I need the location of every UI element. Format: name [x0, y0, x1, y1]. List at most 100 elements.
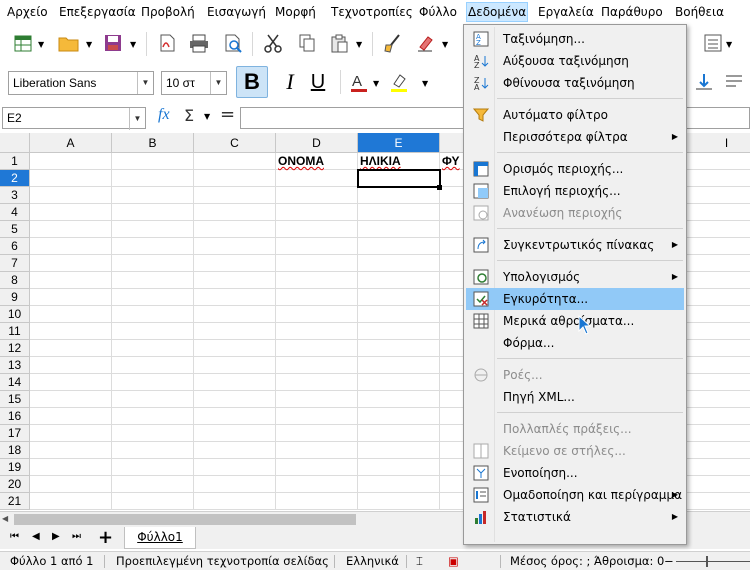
cell-b5[interactable] — [112, 221, 194, 238]
row-header[interactable]: 6 — [0, 238, 30, 255]
cell-d11[interactable] — [276, 323, 358, 340]
cell-e21[interactable] — [358, 493, 440, 510]
cell-b15[interactable] — [112, 391, 194, 408]
cell-a14[interactable] — [30, 374, 112, 391]
function-wizard-icon[interactable]: fx — [158, 106, 170, 124]
scroll-left-icon[interactable]: ◀ — [2, 514, 8, 523]
menu-9[interactable]: Παράθυρο — [600, 3, 664, 21]
cell-i19[interactable] — [686, 459, 750, 476]
highlight-dropdown-icon[interactable]: ▼ — [422, 79, 428, 88]
column-header[interactable]: C — [194, 133, 276, 153]
highlight-color-icon[interactable] — [388, 70, 412, 94]
add-sheet-icon[interactable]: + — [98, 527, 113, 548]
cell-e13[interactable] — [358, 357, 440, 374]
cell-b4[interactable] — [112, 204, 194, 221]
save-dropdown-icon[interactable]: ▼ — [130, 40, 136, 49]
cell-d1[interactable]: ΟΝΟΜΑ — [276, 153, 358, 170]
column-header[interactable]: E — [358, 133, 440, 153]
cell-e7[interactable] — [358, 255, 440, 272]
zoom-slider[interactable] — [676, 561, 750, 562]
row-header[interactable]: 12 — [0, 340, 30, 357]
cell-b11[interactable] — [112, 323, 194, 340]
first-sheet-icon[interactable]: ⏮ — [10, 531, 19, 542]
new-spreadsheet-icon[interactable] — [10, 30, 36, 56]
data-menu-item-25[interactable]: Στατιστικά ▶ — [466, 506, 684, 528]
cell-c11[interactable] — [194, 323, 276, 340]
cell-i13[interactable] — [686, 357, 750, 374]
cell-b12[interactable] — [112, 340, 194, 357]
formula-equals-icon[interactable]: = — [220, 104, 235, 125]
cell-i4[interactable] — [686, 204, 750, 221]
cell-a9[interactable] — [30, 289, 112, 306]
cell-e14[interactable] — [358, 374, 440, 391]
cell-d2[interactable] — [276, 170, 358, 187]
cell-d15[interactable] — [276, 391, 358, 408]
cell-i7[interactable] — [686, 255, 750, 272]
print-icon[interactable] — [186, 30, 212, 56]
data-menu-item-14[interactable]: Εγκυρότητα... — [466, 288, 684, 310]
font-color-icon[interactable]: A — [348, 70, 372, 94]
cell-b16[interactable] — [112, 408, 194, 425]
cell-d7[interactable] — [276, 255, 358, 272]
cell-d18[interactable] — [276, 442, 358, 459]
row-header[interactable]: 8 — [0, 272, 30, 289]
document-modified-icon[interactable]: ▣ — [448, 552, 459, 571]
data-menu-item-13[interactable]: Υπολογισμός ▶ — [466, 266, 684, 288]
cell-c15[interactable] — [194, 391, 276, 408]
language-status[interactable]: Ελληνικά — [346, 552, 399, 571]
cell-d13[interactable] — [276, 357, 358, 374]
menu-4[interactable]: Μορφή — [274, 3, 317, 21]
cell-d3[interactable] — [276, 187, 358, 204]
cell-e5[interactable] — [358, 221, 440, 238]
row-header[interactable]: 20 — [0, 476, 30, 493]
cell-b17[interactable] — [112, 425, 194, 442]
row-header[interactable]: 15 — [0, 391, 30, 408]
cell-i2[interactable] — [686, 170, 750, 187]
cut-icon[interactable] — [260, 30, 286, 56]
zoom-slider-thumb[interactable] — [706, 556, 708, 567]
data-menu-item-7[interactable]: Ορισμός περιοχής... — [466, 158, 684, 180]
cell-b19[interactable] — [112, 459, 194, 476]
zoom-out-icon[interactable]: − — [664, 552, 674, 571]
font-name-box[interactable]: Liberation Sans ▼ — [8, 71, 154, 95]
cell-e3[interactable] — [358, 187, 440, 204]
open-folder-icon[interactable] — [56, 30, 82, 56]
cell-b21[interactable] — [112, 493, 194, 510]
cell-i3[interactable] — [686, 187, 750, 204]
row-header[interactable]: 21 — [0, 493, 30, 510]
row-header[interactable]: 2 — [0, 170, 30, 187]
copy-icon[interactable] — [294, 30, 320, 56]
cell-i17[interactable] — [686, 425, 750, 442]
insert-chart-icon[interactable] — [700, 30, 726, 56]
cell-i14[interactable] — [686, 374, 750, 391]
cell-d14[interactable] — [276, 374, 358, 391]
cell-c4[interactable] — [194, 204, 276, 221]
font-name-dropdown-icon[interactable]: ▼ — [137, 72, 153, 94]
cell-c13[interactable] — [194, 357, 276, 374]
cell-a8[interactable] — [30, 272, 112, 289]
data-menu-item-8[interactable]: Επιλογή περιοχής... — [466, 180, 684, 202]
data-menu-item-11[interactable]: Συγκεντρωτικός πίνακας ▶ — [466, 234, 684, 256]
cell-d20[interactable] — [276, 476, 358, 493]
clear-dropdown-icon[interactable]: ▼ — [442, 40, 448, 49]
italic-button[interactable]: I — [276, 66, 304, 98]
cell-a17[interactable] — [30, 425, 112, 442]
cell-i21[interactable] — [686, 493, 750, 510]
save-icon[interactable] — [100, 30, 126, 56]
cell-e11[interactable] — [358, 323, 440, 340]
menu-1[interactable]: Επεξεργασία — [58, 3, 137, 21]
cell-a1[interactable] — [30, 153, 112, 170]
cell-c14[interactable] — [194, 374, 276, 391]
cell-d10[interactable] — [276, 306, 358, 323]
cell-i5[interactable] — [686, 221, 750, 238]
row-header[interactable]: 5 — [0, 221, 30, 238]
cell-c16[interactable] — [194, 408, 276, 425]
data-menu-item-23[interactable]: Ενοποίηση... — [466, 462, 684, 484]
menu-10[interactable]: Βοήθεια — [674, 3, 725, 21]
column-header[interactable]: B — [112, 133, 194, 153]
data-menu-item-2[interactable]: Z A Φθίνουσα ταξινόμηση — [466, 72, 684, 94]
cell-i16[interactable] — [686, 408, 750, 425]
underline-button[interactable]: U — [304, 66, 332, 98]
cell-a11[interactable] — [30, 323, 112, 340]
clone-formatting-icon[interactable] — [380, 30, 406, 56]
